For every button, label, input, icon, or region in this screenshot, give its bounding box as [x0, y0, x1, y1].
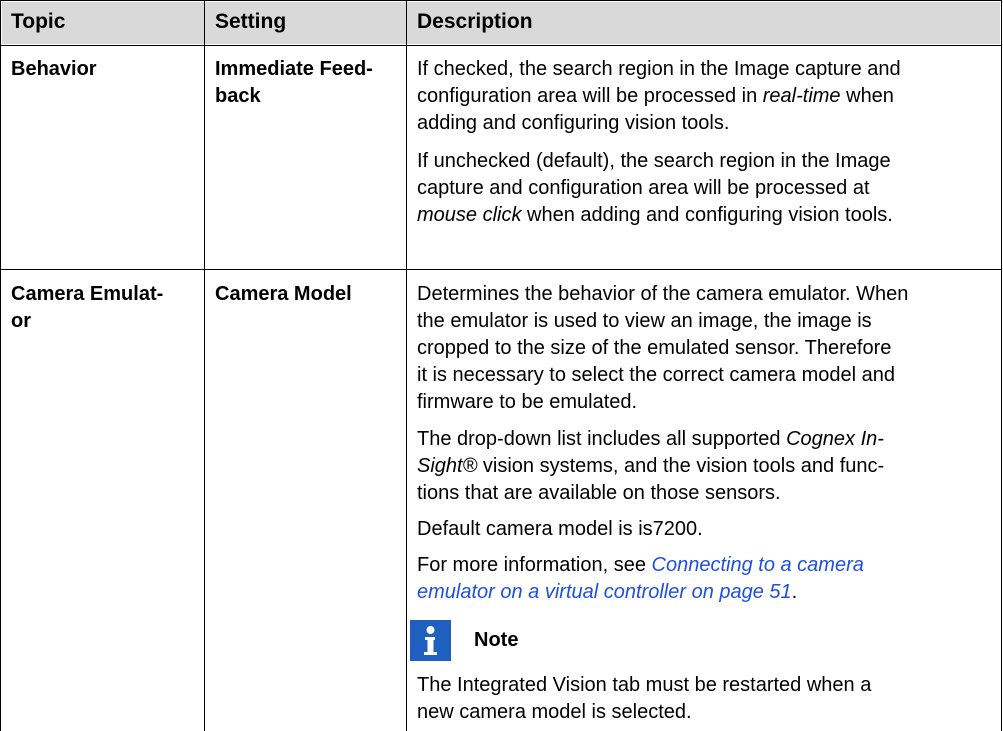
row2-desc-p1-l3: cropped to the size of the emulated sens… [417, 337, 892, 359]
row2-desc-p2-l3: tions that are available on those sensor… [417, 482, 781, 504]
row2-setting: Camera Model [215, 283, 352, 305]
header-topic: Topic [11, 10, 66, 33]
row1-desc-p1-l2: configuration area will be processed in … [417, 85, 894, 107]
table-border-right [1001, 0, 1002, 731]
column-divider-2 [406, 0, 407, 731]
row2-topic-line2: or [11, 310, 31, 332]
row2-desc-p1-l1: Determines the behavior of the camera em… [417, 283, 909, 305]
row-divider [0, 269, 1002, 270]
header-divider [0, 45, 1002, 46]
row1-desc-p2-l2: capture and configuration area will be p… [417, 177, 870, 199]
row1-desc-p2-l1: If unchecked (default), the search regio… [417, 150, 891, 172]
row2-desc-p1-l4: it is necessary to select the correct ca… [417, 364, 895, 386]
row2-desc-p1-l2: the emulator is used to view an image, t… [417, 310, 872, 332]
row2-desc-p2-l1: The drop-down list includes all supporte… [417, 428, 884, 450]
table-border-left [0, 0, 1, 731]
row1-desc-p1-l3: adding and configuring vision tools. [417, 112, 730, 134]
column-divider-1 [204, 0, 205, 731]
cross-reference-link-cont[interactable]: emulator on a virtual controller on page… [417, 581, 792, 603]
header-setting: Setting [215, 10, 287, 33]
note-text-l2: new camera model is selected. [417, 701, 692, 723]
settings-table: Topic Setting Description Behavior Immed… [0, 0, 1003, 731]
row2-desc-p4-l1: For more information, see Connecting to … [417, 554, 864, 576]
row2-desc-p1-l5: firmware to be emulated. [417, 391, 638, 413]
note-label: Note [474, 629, 519, 651]
row1-setting-line1: Immediate Feed- [215, 58, 373, 80]
row2-desc-p3: Default camera model is is7200. [417, 518, 703, 540]
info-icon [410, 620, 451, 661]
row1-setting-line2: back [215, 85, 261, 107]
row1-desc-p2-l3: mouse click when adding and configuring … [417, 204, 893, 226]
row2-desc-p4-l2: emulator on a virtual controller on page… [417, 581, 798, 603]
row1-desc-p1-l1: If checked, the search region in the Ima… [417, 58, 901, 80]
row2-desc-p2-l2: Sight® vision systems, and the vision to… [417, 455, 885, 477]
row2-topic-line1: Camera Emulat- [11, 283, 164, 305]
header-description: Description [417, 10, 533, 33]
note-text-l1: The Integrated Vision tab must be restar… [417, 674, 872, 696]
row1-topic: Behavior [11, 58, 97, 80]
cross-reference-link[interactable]: Connecting to a camera [652, 554, 864, 576]
table-border-top [0, 0, 1002, 1]
